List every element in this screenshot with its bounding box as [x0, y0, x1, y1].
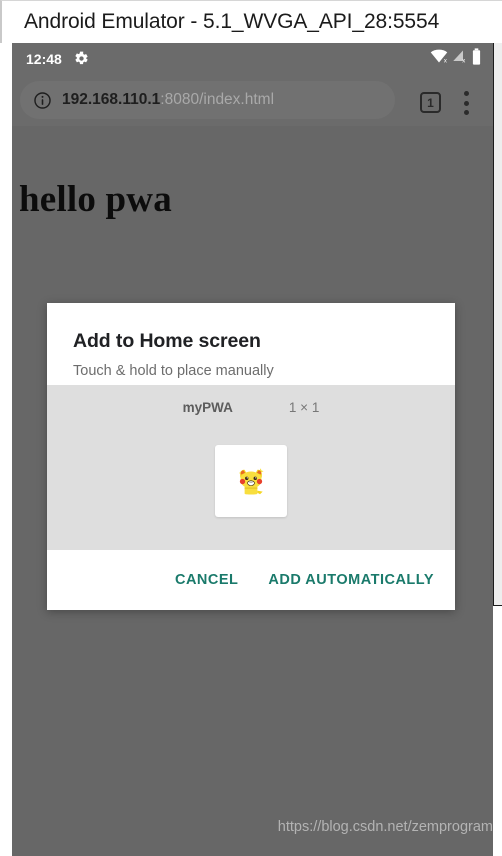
add-to-home-screen-dialog: Add to Home screen Touch & hold to place… [47, 303, 455, 610]
cancel-button[interactable]: CANCEL [173, 566, 240, 594]
device-screen: 12:48 x x 192.168.110.1:8080/index.html … [12, 43, 493, 856]
dialog-subtitle: Touch & hold to place manually [73, 363, 274, 379]
dialog-header: Add to Home screen Touch & hold to place… [47, 303, 455, 385]
watermark-text: https://blog.csdn.net/zemprogram [277, 819, 493, 835]
add-automatically-button[interactable]: ADD AUTOMATICALLY [266, 566, 436, 594]
dialog-action-bar: CANCEL ADD AUTOMATICALLY [47, 550, 455, 610]
emulator-window-title: Android Emulator - 5.1_WVGA_API_28:5554 [24, 10, 440, 33]
preview-app-name: myPWA [182, 400, 233, 415]
preview-labels: myPWA 1 × 1 [47, 400, 455, 415]
preview-size-label: 1 × 1 [288, 400, 320, 415]
widget-preview-area: myPWA 1 × 1 [47, 385, 455, 550]
pikachu-app-icon [234, 464, 268, 498]
dialog-title: Add to Home screen [73, 330, 261, 352]
emulator-title-bar: Android Emulator - 5.1_WVGA_API_28:5554 [0, 0, 502, 43]
screenshot-root: Android Emulator - 5.1_WVGA_API_28:5554 … [0, 0, 502, 856]
preview-icon-tile[interactable] [215, 445, 287, 517]
emulator-frame-edge [493, 43, 502, 606]
